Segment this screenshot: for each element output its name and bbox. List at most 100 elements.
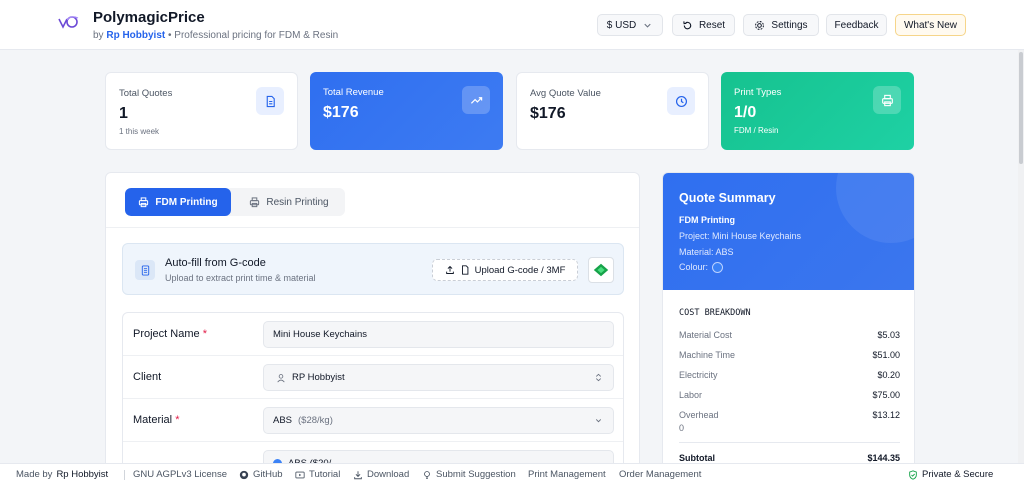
quote-fields: Project Name * Mini House Keychains Clie… bbox=[122, 312, 624, 471]
footer-order-management-link[interactable]: Order Management bbox=[619, 469, 701, 480]
user-icon bbox=[277, 373, 285, 382]
footer-suggestion-link[interactable]: Submit Suggestion bbox=[422, 469, 516, 480]
footer-print-management-link[interactable]: Print Management bbox=[528, 469, 606, 480]
stat-card-total-quotes: Total Quotes 1 1 this week bbox=[105, 72, 298, 150]
quote-summary-header: Quote Summary FDM Printing Project: Mini… bbox=[663, 173, 914, 290]
summary-material: Material: ABS bbox=[679, 247, 734, 257]
stat-label: Avg Quote Value bbox=[530, 88, 601, 99]
tagline-author[interactable]: Rp Hobbyist bbox=[106, 30, 165, 41]
cost-amount: $75.00 bbox=[872, 390, 900, 400]
material-name: ABS bbox=[273, 415, 293, 426]
stat-value: $176 bbox=[530, 105, 566, 122]
gcode-subtitle: Upload to extract print time & material bbox=[165, 273, 316, 283]
download-label: Download bbox=[367, 469, 410, 480]
license-label: GNU AGPLv3 License bbox=[133, 469, 227, 480]
stat-value: $176 bbox=[323, 104, 359, 121]
stat-label: Total Revenue bbox=[323, 87, 384, 98]
cost-row-labor: Labor $75.00 bbox=[679, 390, 900, 400]
top-bar: PolymagicPrice by Rp Hobbyist • Professi… bbox=[0, 0, 1024, 50]
app-logo[interactable] bbox=[56, 12, 82, 38]
cost-row-material: Material Cost $5.03 bbox=[679, 330, 900, 340]
stat-value: 1 bbox=[119, 105, 128, 122]
stat-label: Total Quotes bbox=[119, 88, 173, 99]
github-label: GitHub bbox=[253, 469, 283, 480]
cost-breakdown-title: COST BREAKDOWN bbox=[679, 308, 751, 318]
file-code-icon bbox=[135, 260, 155, 280]
feedback-button[interactable]: Feedback bbox=[826, 14, 887, 36]
page-scrollbar-thumb[interactable] bbox=[1019, 52, 1023, 164]
stat-card-print-types: Print Types 1/0 FDM / Resin bbox=[721, 72, 914, 150]
slicer-badge-icon[interactable] bbox=[588, 257, 614, 283]
quote-summary-title: Quote Summary bbox=[679, 191, 776, 205]
cost-label: Material Cost bbox=[679, 330, 733, 340]
reset-label: Reset bbox=[698, 19, 726, 31]
settings-button[interactable]: Settings bbox=[743, 14, 819, 36]
summary-colour-label: Colour: bbox=[679, 262, 709, 272]
gear-icon bbox=[755, 20, 765, 30]
summary-print-type: FDM Printing bbox=[679, 215, 735, 225]
made-by-name[interactable]: Rp Hobbyist bbox=[56, 469, 108, 480]
tab-label: FDM Printing bbox=[155, 196, 218, 208]
order-management-label: Order Management bbox=[619, 469, 702, 480]
stat-label: Print Types bbox=[734, 87, 782, 98]
quote-summary-panel: Quote Summary FDM Printing Project: Mini… bbox=[662, 172, 915, 472]
settings-label: Settings bbox=[771, 19, 808, 31]
app-tagline: by Rp Hobbyist • Professional pricing fo… bbox=[93, 30, 338, 41]
field-row-client: Client RP Hobbyist bbox=[123, 356, 623, 399]
feedback-label: Feedback bbox=[834, 19, 879, 31]
project-name-input[interactable]: Mini House Keychains bbox=[263, 321, 614, 348]
printer-icon bbox=[139, 196, 149, 207]
material-label: Material * bbox=[133, 414, 180, 426]
upload-gcode-button[interactable]: Upload G-code / 3MF bbox=[432, 259, 578, 281]
tab-resin-printing[interactable]: Resin Printing bbox=[233, 188, 345, 216]
github-icon bbox=[239, 470, 249, 479]
subtotal-amount: $144.35 bbox=[867, 453, 900, 463]
colour-swatch bbox=[712, 262, 724, 274]
footer-divider bbox=[124, 470, 125, 480]
lightbulb-icon bbox=[424, 470, 430, 479]
tab-fdm-printing[interactable]: FDM Printing bbox=[125, 188, 231, 216]
stat-sub: 1 this week bbox=[119, 127, 160, 136]
summary-colour: Colour: bbox=[679, 262, 724, 274]
project-name-label: Project Name * bbox=[133, 328, 207, 340]
cost-row-overhead: Overhead $13.12 bbox=[679, 410, 900, 420]
quote-form-panel: FDM Printing Resin Printing Auto-fill fr… bbox=[105, 172, 640, 472]
stat-card-total-revenue: Total Revenue $176 bbox=[310, 72, 503, 150]
video-icon bbox=[295, 471, 305, 478]
gcode-title: Auto-fill from G-code bbox=[165, 257, 266, 269]
chevron-up-down-icon bbox=[595, 373, 602, 382]
cost-row-machine-time: Machine Time $51.00 bbox=[679, 350, 900, 360]
whats-new-button[interactable]: What's New bbox=[895, 14, 966, 36]
cost-row-overhead-extra: 0 bbox=[679, 423, 685, 433]
footer-license-link[interactable]: GNU AGPLv3 License bbox=[133, 469, 227, 480]
tutorial-label: Tutorial bbox=[309, 469, 341, 480]
app-title: PolymagicPrice bbox=[93, 9, 205, 26]
currency-select[interactable]: $ USD bbox=[597, 14, 663, 36]
client-select[interactable]: RP Hobbyist bbox=[263, 364, 614, 391]
footer-tutorial-link[interactable]: Tutorial bbox=[295, 469, 340, 480]
header-decoration bbox=[836, 173, 914, 243]
tagline-text: • Professional pricing for FDM & Resin bbox=[168, 30, 339, 41]
shield-icon bbox=[909, 469, 917, 480]
tagline-by-prefix: by bbox=[93, 30, 104, 41]
stat-sub: FDM / Resin bbox=[734, 126, 779, 135]
suggestion-label: Submit Suggestion bbox=[436, 469, 516, 480]
footer-download-link[interactable]: Download bbox=[353, 469, 409, 480]
download-icon bbox=[354, 470, 362, 479]
panel-divider bbox=[106, 227, 639, 228]
reset-icon bbox=[683, 20, 692, 29]
reset-button[interactable]: Reset bbox=[672, 14, 735, 36]
document-icon bbox=[256, 87, 284, 115]
footer-made-by: Made by Rp Hobbyist bbox=[16, 469, 108, 480]
cost-amount: $13.12 bbox=[872, 410, 900, 420]
footer-github-link[interactable]: GitHub bbox=[239, 469, 283, 480]
footer-privacy-badge: Private & Secure bbox=[908, 469, 993, 480]
subtotal-label: Subtotal bbox=[679, 453, 715, 463]
field-label-text: Project Name bbox=[133, 328, 200, 340]
field-row-material: Material * ABS ($28/kg) bbox=[123, 399, 623, 442]
cost-row-subtotal: Subtotal $144.35 bbox=[679, 453, 900, 463]
whats-new-label: What's New bbox=[903, 19, 958, 31]
trending-up-icon bbox=[462, 86, 490, 114]
footer-bar: Made by Rp Hobbyist GNU AGPLv3 License G… bbox=[0, 463, 1024, 485]
material-select[interactable]: ABS ($28/kg) bbox=[263, 407, 614, 434]
